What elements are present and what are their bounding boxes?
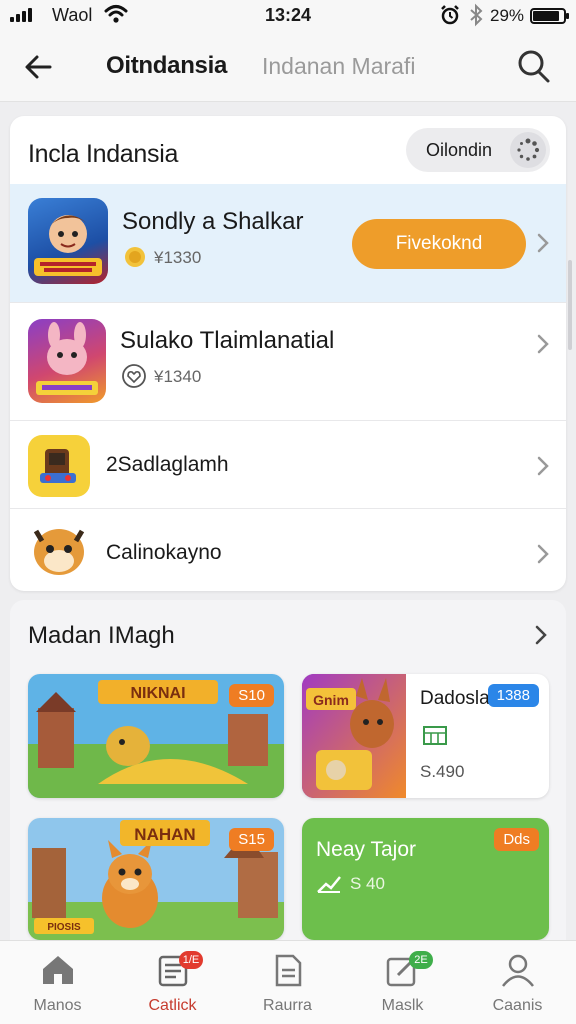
section-title: Madan IMagh	[28, 622, 175, 649]
item-name: Sulako Tlaimlanatial	[120, 327, 335, 354]
nav-label: Caanis	[492, 997, 543, 1014]
price-tag: S15	[229, 828, 274, 851]
list-item[interactable]: Calinokayno	[10, 508, 566, 591]
nav-item-home[interactable]: Manos	[0, 941, 115, 1024]
price-tag: 1388	[487, 684, 539, 707]
tile-banner-text: NAHAN	[134, 825, 195, 844]
list-item[interactable]: Sondly a Shalkar ¥1330 Fivekoknd	[10, 184, 566, 302]
bluetooth-icon	[470, 3, 483, 27]
download-button[interactable]: Fivekoknd	[352, 219, 526, 269]
nav-item-catalog[interactable]: 1/E Catlick	[115, 941, 230, 1024]
alarm-icon	[441, 5, 459, 25]
heart-badge-icon	[122, 364, 146, 388]
game-cover-image: Gnim	[302, 674, 406, 798]
game-tile[interactable]: NAHAN PIOSIS S15	[28, 818, 284, 940]
search-icon[interactable]	[514, 47, 552, 85]
chevron-right-icon[interactable]	[532, 624, 550, 646]
loading-icon	[510, 132, 546, 168]
section-title: Incla Indansia	[28, 140, 179, 168]
status-bar: Waol 13:24 29%	[0, 0, 576, 32]
tile-price: S.490	[420, 762, 465, 781]
coin-icon	[125, 247, 145, 267]
item-name: Sondly a Shalkar	[122, 208, 304, 235]
game-tile[interactable]: NIKNAI S10	[28, 674, 284, 798]
price-tag: S10	[229, 684, 274, 707]
tile-price: S 40	[350, 874, 385, 893]
battery-percent: 29%	[490, 6, 525, 25]
page-subtitle: Indanan Marafi	[262, 53, 416, 79]
game-thumbnail	[28, 319, 106, 403]
list-item[interactable]: Sulako Tlaimlanatial ¥1340	[10, 302, 566, 420]
list-item[interactable]: 2Sadlaglamh	[10, 420, 566, 508]
tile-title: Neay Tajor	[316, 838, 416, 861]
item-price: ¥1330	[154, 248, 202, 267]
filter-button[interactable]: Oilondin	[406, 128, 550, 172]
item-price: ¥1340	[154, 367, 202, 386]
nav-item-edit[interactable]: 2E Maslk	[345, 941, 460, 1024]
chevron-right-icon[interactable]	[534, 232, 552, 254]
chevron-right-icon[interactable]	[534, 543, 552, 565]
game-tile[interactable]: Gnim Dadoslar 1388 S.490	[302, 674, 549, 798]
tile-banner-text: NIKNAI	[130, 685, 185, 702]
nav-label: Catlick	[148, 997, 197, 1014]
app-icon	[28, 519, 90, 581]
game-tile[interactable]: Neay Tajor Dds S 40	[302, 818, 549, 940]
filter-label: Oilondin	[426, 140, 493, 160]
item-name: 2Sadlaglamh	[106, 453, 229, 476]
chart-up-icon	[317, 876, 341, 893]
calendar-icon	[423, 726, 447, 745]
price-tag: Dds	[494, 828, 539, 851]
document-icon	[275, 954, 302, 987]
tile-caption-text: PIOSIS	[47, 922, 81, 933]
notification-badge: 2E	[409, 951, 433, 969]
nav-item-profile[interactable]: Caanis	[460, 941, 575, 1024]
chevron-right-icon[interactable]	[534, 333, 552, 355]
chevron-right-icon[interactable]	[534, 455, 552, 477]
home-icon	[43, 956, 73, 984]
tile-title: Dadoslar	[420, 688, 497, 709]
game-thumbnail	[28, 198, 108, 284]
scrollbar[interactable]	[568, 260, 572, 350]
nav-item-document[interactable]: Raurra	[230, 941, 345, 1024]
app-icon	[28, 435, 90, 497]
list-card: Incla Indansia Oilondin Sondly a Shalkar…	[10, 116, 566, 591]
app-header: Oitndansia Indanan Marafi	[0, 32, 576, 102]
page-title: Oitndansia	[106, 52, 228, 79]
notification-badge: 1/E	[179, 951, 203, 969]
profile-icon	[502, 954, 534, 987]
nav-label: Raurra	[263, 997, 312, 1014]
battery-icon	[530, 8, 569, 24]
item-name: Calinokayno	[106, 541, 222, 564]
nav-label: Maslk	[381, 997, 424, 1014]
nav-label: Manos	[33, 997, 82, 1014]
tile-banner-text: Gnim	[313, 692, 349, 708]
bottom-nav: Manos 1/E Catlick Raurra 2E Maslk Caanis	[0, 940, 576, 1024]
arrow-left-icon[interactable]	[22, 50, 56, 84]
